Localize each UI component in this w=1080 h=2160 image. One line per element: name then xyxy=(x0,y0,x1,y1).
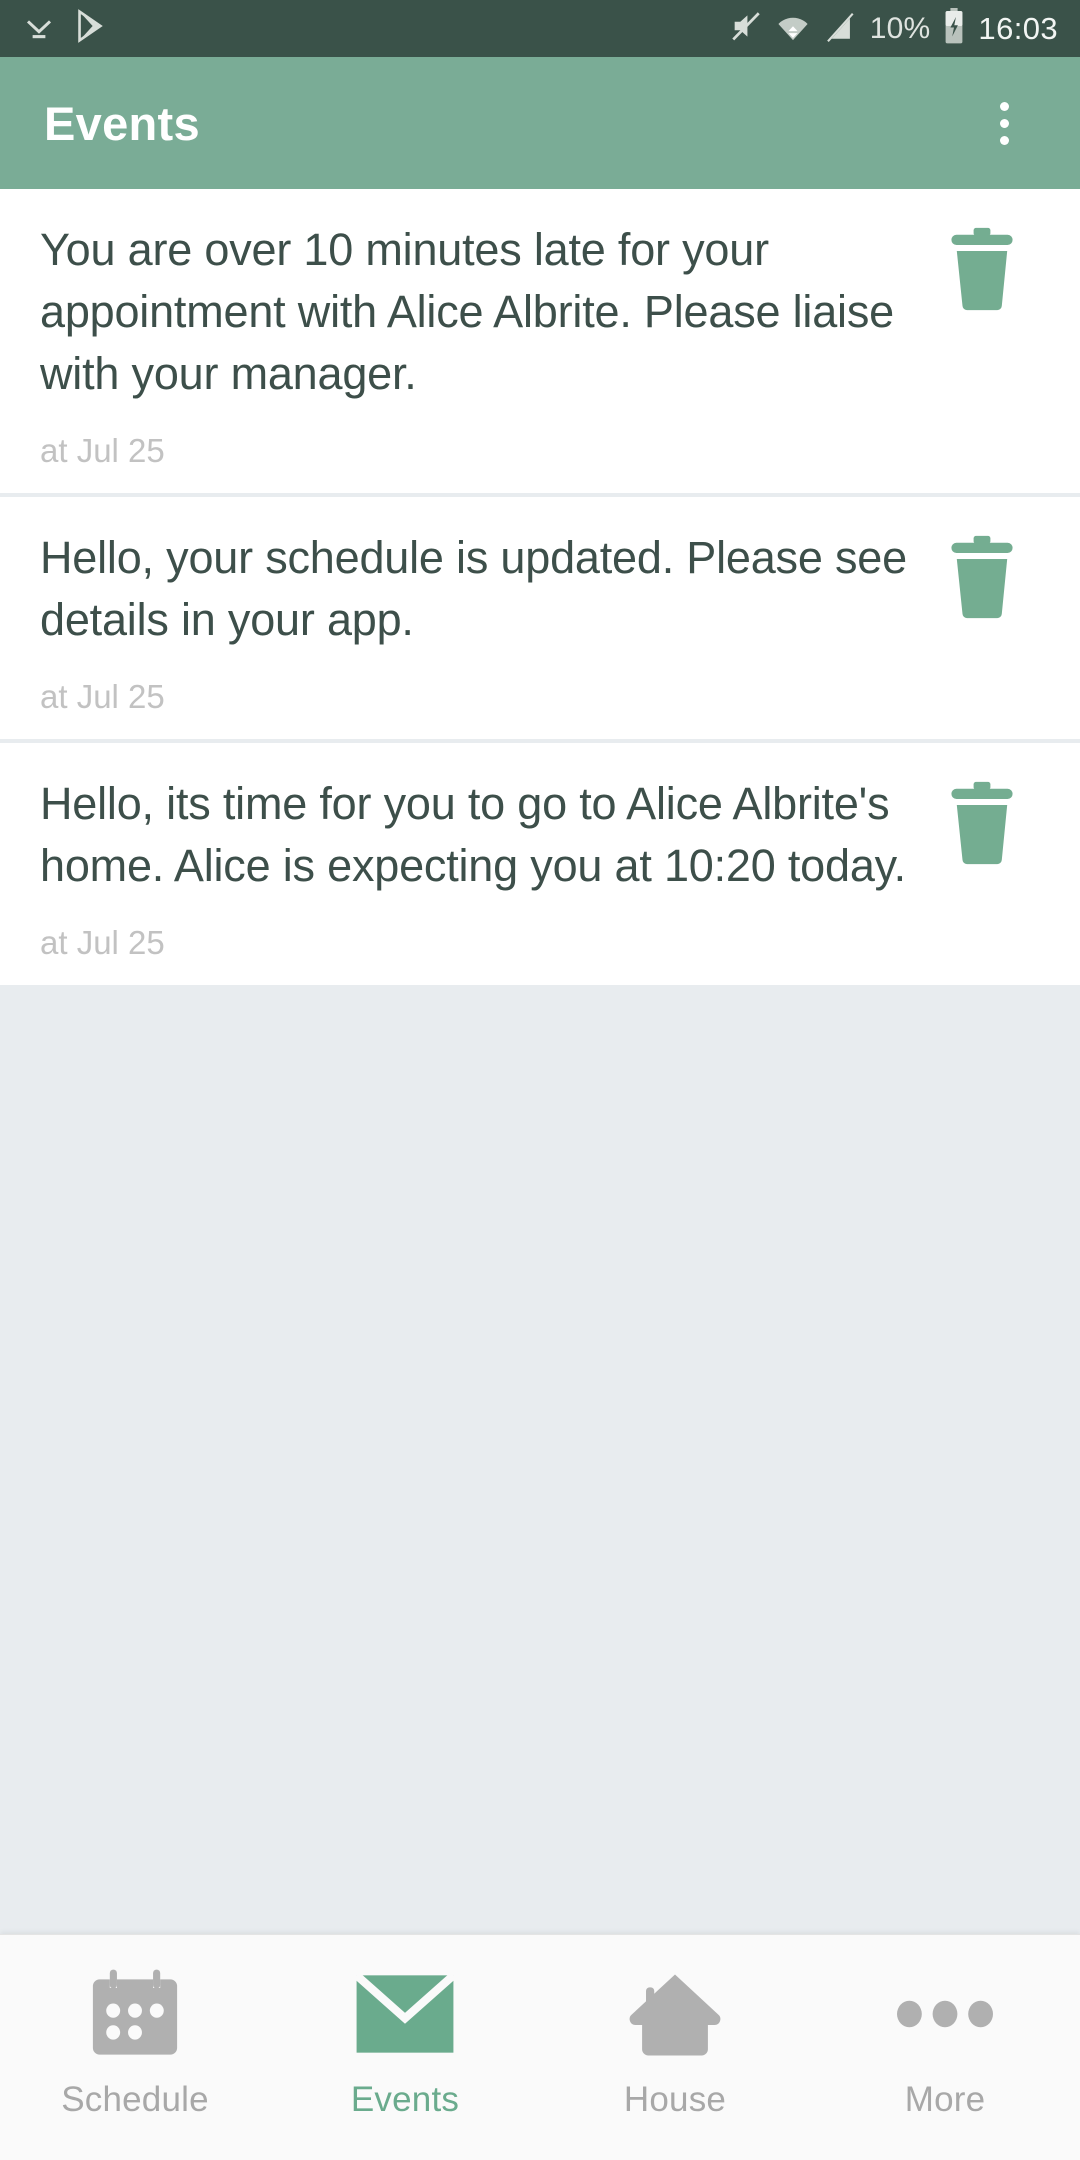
overflow-dot xyxy=(999,135,1009,145)
nav-label-events: Events xyxy=(350,2079,460,2119)
calendar-icon xyxy=(89,1966,181,2062)
nav-label-more: More xyxy=(904,2079,986,2119)
overflow-dot xyxy=(999,118,1009,128)
nav-label-schedule: Schedule xyxy=(61,2079,209,2119)
volume-mute-icon xyxy=(729,9,763,48)
event-content: Hello, your schedule is updated. Please … xyxy=(40,527,945,717)
events-list[interactable]: You are over 10 minutes late for your ap… xyxy=(0,189,1080,1934)
status-bar-left-icons xyxy=(22,9,106,48)
delete-event-button[interactable] xyxy=(945,227,1019,317)
nav-label-house: House xyxy=(623,2079,727,2119)
trash-icon xyxy=(951,781,1013,865)
event-timestamp: at Jul 25 xyxy=(40,678,165,715)
house-icon xyxy=(628,1966,722,2062)
trash-icon xyxy=(951,535,1013,619)
event-list-item[interactable]: You are over 10 minutes late for your ap… xyxy=(0,189,1080,497)
signal-off-icon xyxy=(823,9,857,48)
nav-item-schedule[interactable]: Schedule xyxy=(0,1935,270,2160)
nav-item-events[interactable]: Events xyxy=(270,1935,540,2160)
nav-item-house[interactable]: House xyxy=(540,1935,810,2160)
status-bar-clock: 16:03 xyxy=(978,10,1058,46)
page-title: Events xyxy=(44,96,200,150)
status-bar: 10% 16:03 xyxy=(0,0,1080,57)
envelope-icon xyxy=(353,1966,457,2062)
trash-icon xyxy=(951,227,1013,311)
app-root: 10% 16:03 Events You are over 10 minutes… xyxy=(0,0,1080,2160)
overflow-dot xyxy=(999,101,1009,111)
event-list-item[interactable]: Hello, its time for you to go to Alice A… xyxy=(0,743,1080,989)
event-message: Hello, its time for you to go to Alice A… xyxy=(40,778,906,891)
app-bar: Events xyxy=(0,57,1080,189)
bottom-navigation: Schedule Events House More xyxy=(0,1934,1080,2160)
event-message: Hello, your schedule is updated. Please … xyxy=(40,532,907,645)
status-bar-right-icons: 10% 16:03 xyxy=(729,8,1058,49)
download-done-icon xyxy=(22,9,56,48)
more-dots-icon xyxy=(897,1966,993,2062)
battery-charging-icon xyxy=(943,8,965,49)
event-timestamp: at Jul 25 xyxy=(40,924,165,961)
nav-item-more[interactable]: More xyxy=(810,1935,1080,2160)
delete-event-button[interactable] xyxy=(945,535,1019,625)
event-list-item[interactable]: Hello, your schedule is updated. Please … xyxy=(0,497,1080,743)
wifi-icon xyxy=(776,9,810,48)
event-content: Hello, its time for you to go to Alice A… xyxy=(40,773,945,963)
event-content: You are over 10 minutes late for your ap… xyxy=(40,219,945,471)
battery-percent-label: 10% xyxy=(869,11,931,45)
event-timestamp: at Jul 25 xyxy=(40,432,165,469)
overflow-menu-button[interactable] xyxy=(972,91,1036,155)
delete-event-button[interactable] xyxy=(945,781,1019,871)
event-message: You are over 10 minutes late for your ap… xyxy=(40,224,894,399)
play-store-icon xyxy=(74,9,106,48)
